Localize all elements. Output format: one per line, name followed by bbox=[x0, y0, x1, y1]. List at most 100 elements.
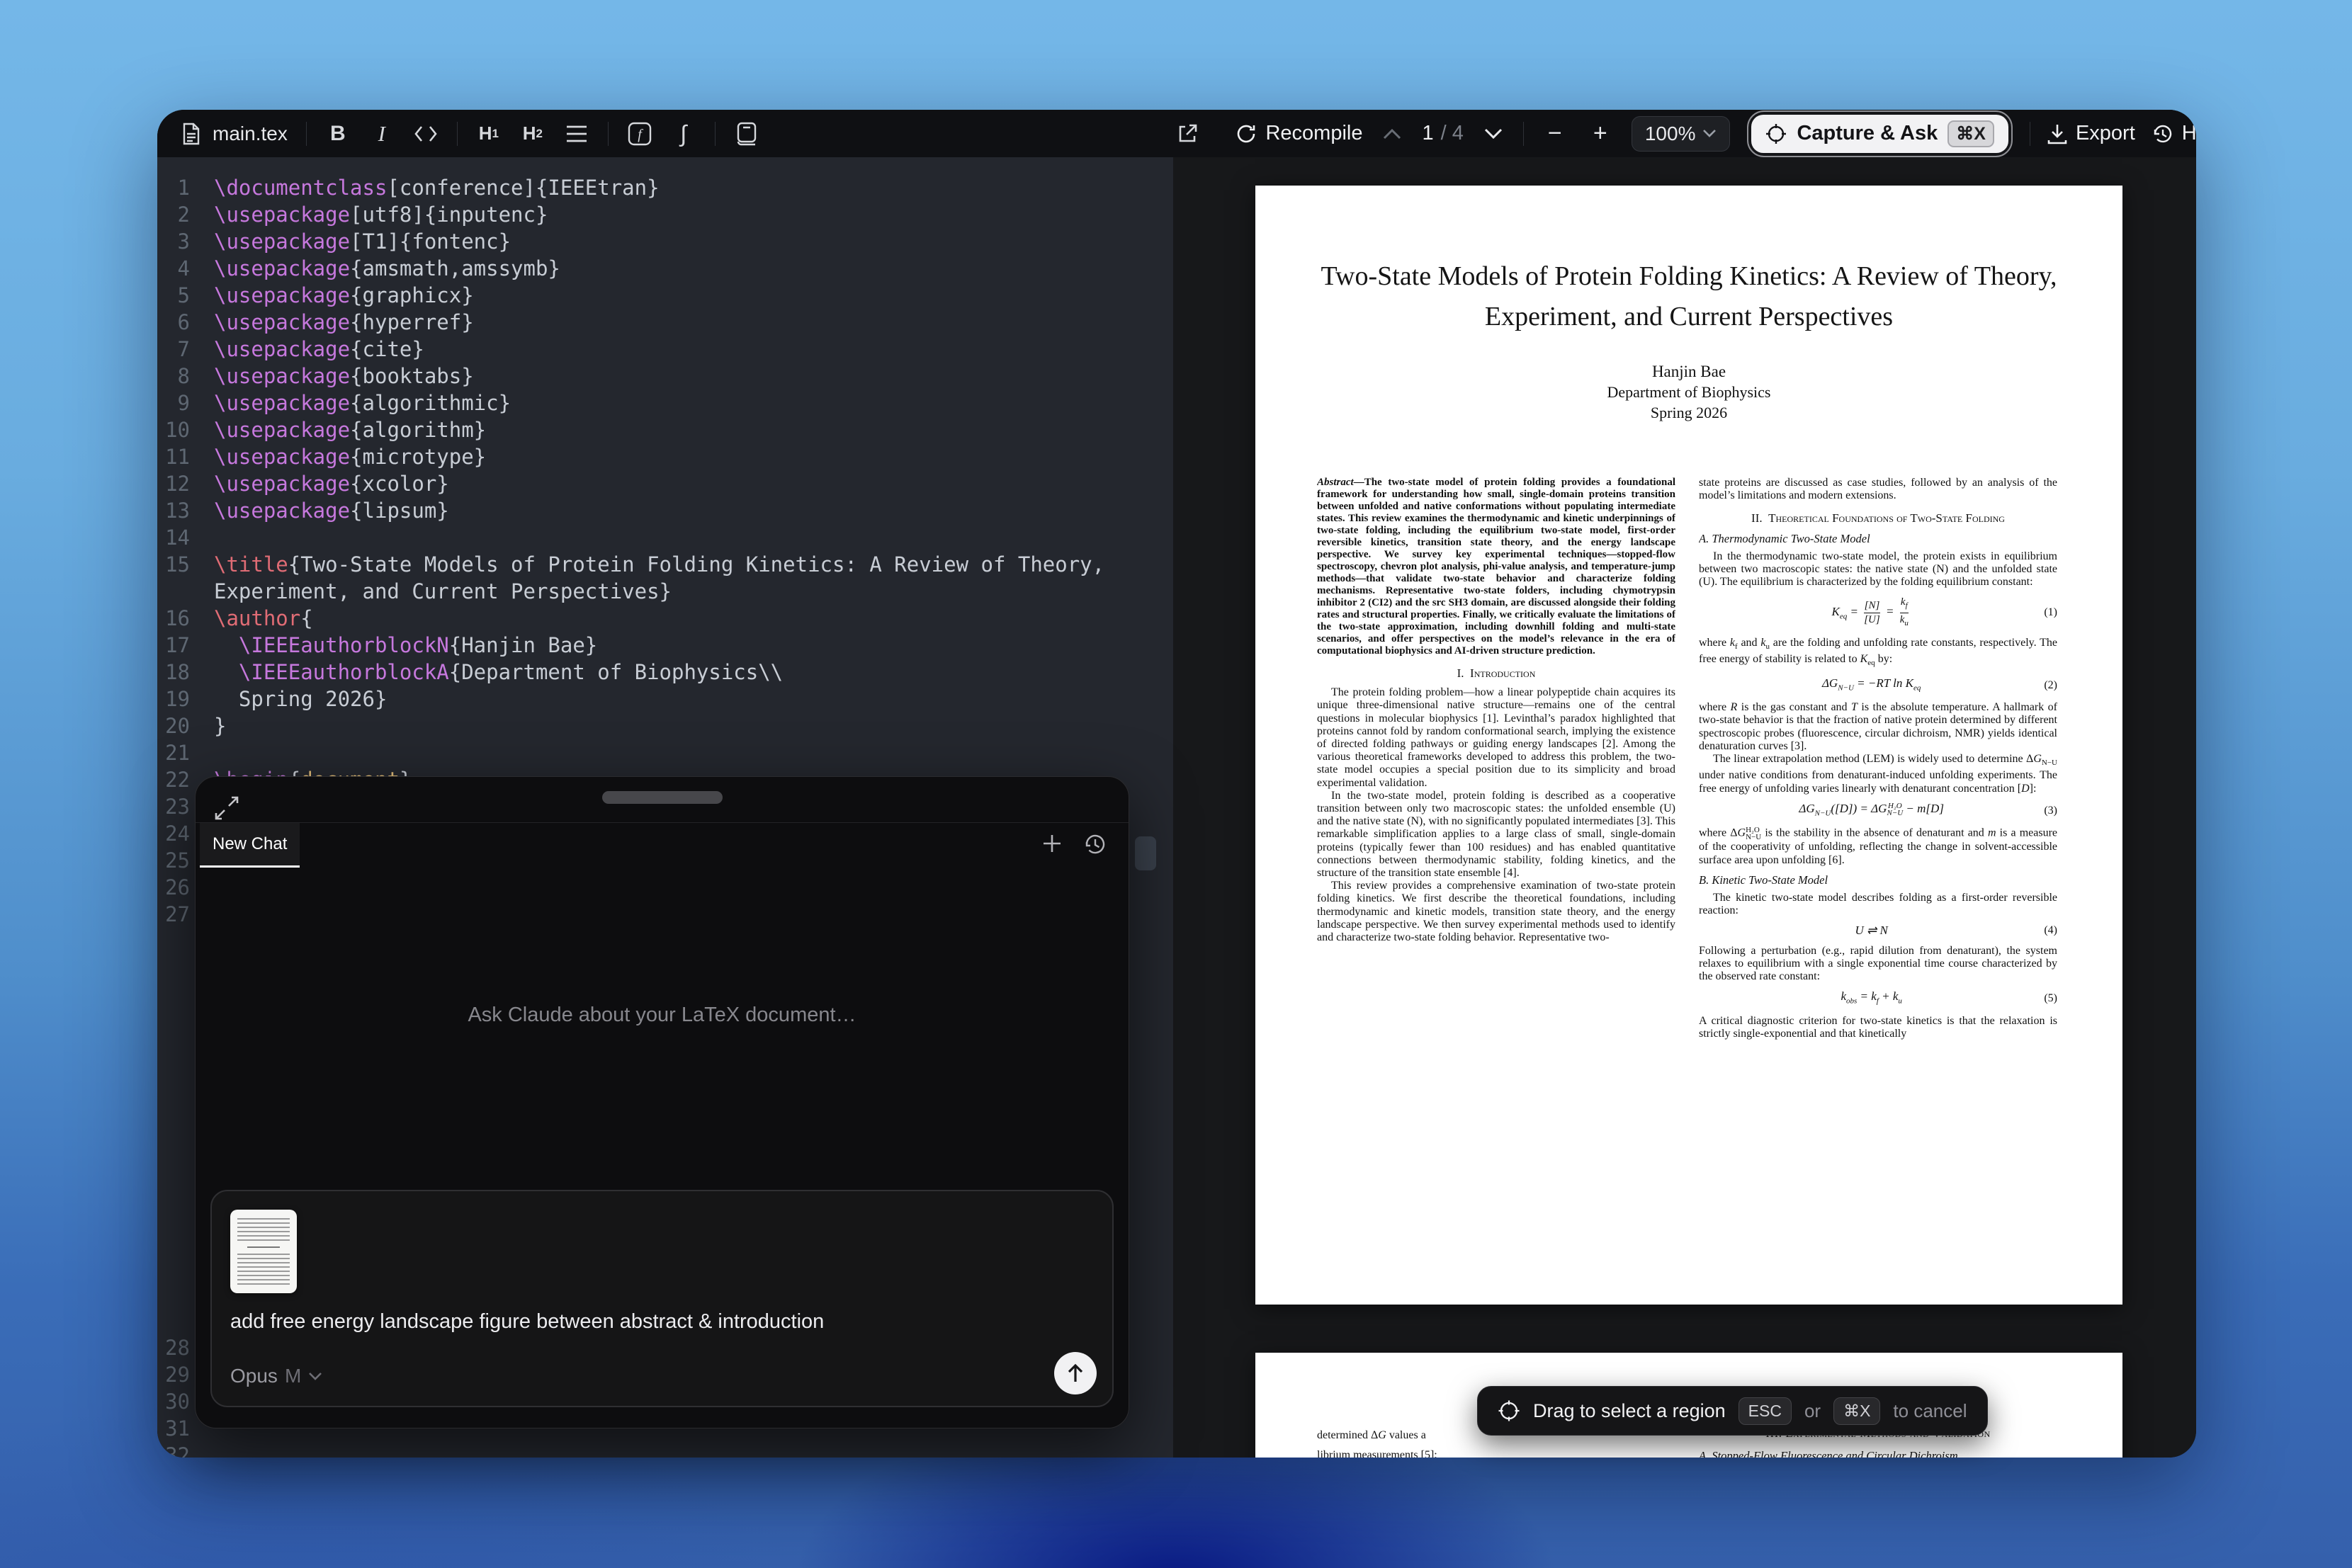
code-line[interactable]: 11\usepackage{microtype} bbox=[157, 443, 1173, 470]
body-paragraph: The kinetic two-state model describes fo… bbox=[1699, 892, 2057, 917]
code-line[interactable]: 21 bbox=[157, 739, 1173, 766]
subsection-heading: B. Kinetic Two-State Model bbox=[1699, 874, 2057, 887]
editor-scrollbar[interactable] bbox=[1135, 836, 1156, 870]
page-total: / 4 bbox=[1441, 122, 1464, 145]
equation: kobs = kf + ku (5) bbox=[1699, 990, 2057, 1008]
line-number: 14 bbox=[157, 524, 190, 551]
page-down-icon[interactable] bbox=[1481, 120, 1506, 148]
line-number: 6 bbox=[157, 309, 190, 336]
captured-region-thumbnail[interactable] bbox=[230, 1210, 297, 1293]
capture-toast: Drag to select a region ESC or ⌘X to can… bbox=[1477, 1386, 1988, 1436]
chat-history-icon[interactable] bbox=[1083, 832, 1107, 860]
code-line[interactable]: 7\usepackage{cite} bbox=[157, 336, 1173, 363]
drag-handle[interactable] bbox=[602, 791, 723, 804]
code-line[interactable]: Experiment, and Current Perspectives} bbox=[157, 578, 1173, 605]
line-number: 10 bbox=[157, 416, 190, 443]
file-name: main.tex bbox=[213, 123, 288, 145]
equation: ΔGN−U([D]) = ΔGH₂ON−U − m[D] (3) bbox=[1699, 802, 2057, 820]
code-line[interactable]: 4\usepackage{amsmath,amssymb} bbox=[157, 255, 1173, 282]
file-tab[interactable]: main.tex bbox=[179, 120, 288, 148]
chevron-down-icon bbox=[308, 1372, 322, 1381]
zoom-in-button[interactable]: + bbox=[1586, 120, 1615, 147]
new-chat-button[interactable] bbox=[1041, 832, 1063, 858]
list-button[interactable] bbox=[564, 120, 589, 148]
line-number: 11 bbox=[157, 443, 190, 470]
code-button[interactable] bbox=[413, 120, 439, 148]
toolbar-separator bbox=[715, 122, 716, 146]
model-name: Opus bbox=[230, 1365, 278, 1387]
body-paragraph: Following a perturbation (e.g., rapid di… bbox=[1699, 945, 2057, 984]
code-line[interactable]: 19 Spring 2026} bbox=[157, 686, 1173, 712]
toast-text: Drag to select a region bbox=[1533, 1400, 1726, 1422]
line-number: 23 bbox=[157, 793, 190, 820]
code-line[interactable]: 8\usepackage{booktabs} bbox=[157, 363, 1173, 390]
code-line[interactable]: 3\usepackage[T1]{fontenc} bbox=[157, 228, 1173, 255]
chat-input[interactable]: add free energy landscape figure between… bbox=[210, 1190, 1114, 1407]
line-numbers: 2829303132 bbox=[157, 1334, 190, 1458]
abstract: Abstract—The two-state model of protein … bbox=[1317, 477, 1675, 657]
send-button[interactable] bbox=[1054, 1352, 1097, 1394]
code-line[interactable]: 2\usepackage[utf8]{inputenc} bbox=[157, 201, 1173, 228]
paper-date: Spring 2026 bbox=[1255, 402, 2122, 423]
line-number: 2 bbox=[157, 201, 190, 228]
code-line[interactable]: 9\usepackage{algorithmic} bbox=[157, 390, 1173, 416]
body-paragraph: state proteins are discussed as case stu… bbox=[1699, 477, 2057, 502]
line-number bbox=[157, 578, 190, 605]
line-number: 12 bbox=[157, 470, 190, 497]
claude-chat-panel: New Chat Ask Claude about your LaTeX doc… bbox=[195, 776, 1129, 1428]
page-indicator: 1 / 4 bbox=[1422, 122, 1463, 145]
capture-ask-button[interactable]: Capture & Ask ⌘X bbox=[1751, 115, 2008, 153]
body-paragraph: where R is the gas constant and T is the… bbox=[1699, 701, 2057, 753]
line-number: 15 bbox=[157, 551, 190, 578]
esc-key-badge: ESC bbox=[1738, 1397, 1792, 1425]
line-number: 1 bbox=[157, 174, 190, 201]
tab-new-chat[interactable]: New Chat bbox=[200, 822, 300, 868]
chat-tab-label: New Chat bbox=[213, 834, 287, 854]
toolbar-separator bbox=[306, 122, 307, 146]
code-line[interactable]: 1\documentclass[conference]{IEEEtran} bbox=[157, 174, 1173, 201]
italic-button[interactable]: I bbox=[369, 120, 395, 148]
page-up-icon[interactable] bbox=[1379, 120, 1405, 148]
pdf-page-1: Two-State Models of Protein Folding Kine… bbox=[1255, 186, 2122, 1305]
code-line[interactable]: 5\usepackage{graphicx} bbox=[157, 282, 1173, 309]
model-selector[interactable]: Opus M bbox=[230, 1365, 322, 1387]
function-button[interactable]: f bbox=[627, 120, 652, 148]
heading2-button[interactable]: H2 bbox=[520, 120, 545, 148]
page2-text: librium measurements [5]: bbox=[1317, 1449, 1675, 1458]
chat-message-text[interactable]: add free energy landscape figure between… bbox=[230, 1310, 824, 1334]
zoom-level-select[interactable]: 100% bbox=[1632, 116, 1731, 152]
toolbar-separator bbox=[1523, 122, 1524, 146]
line-number: 25 bbox=[157, 847, 190, 874]
code-line[interactable]: 18 \IEEEauthorblockA{Department of Bioph… bbox=[157, 659, 1173, 686]
document-icon bbox=[179, 120, 204, 148]
paper-authors: Hanjin Bae Department of Biophysics Spri… bbox=[1255, 361, 2122, 423]
zoom-out-button[interactable]: − bbox=[1541, 120, 1569, 147]
code-line[interactable]: 14 bbox=[157, 524, 1173, 551]
heading1-button[interactable]: H1 bbox=[476, 120, 502, 148]
book-button[interactable] bbox=[734, 120, 759, 148]
code-line[interactable]: 17 \IEEEauthorblockN{Hanjin Bae} bbox=[157, 632, 1173, 659]
code-line[interactable]: 16\author{ bbox=[157, 605, 1173, 632]
toolbar-separator bbox=[608, 122, 609, 146]
integral-button[interactable]: ∫ bbox=[671, 120, 696, 148]
pdf-preview-pane[interactable]: Two-State Models of Protein Folding Kine… bbox=[1173, 157, 2196, 1458]
zoom-level: 100% bbox=[1645, 123, 1696, 145]
open-external-icon[interactable] bbox=[1175, 120, 1200, 148]
body-paragraph: where ΔGH₂ON−U is the stability in the a… bbox=[1699, 826, 2057, 866]
recompile-button[interactable]: Recompile bbox=[1236, 122, 1362, 145]
code-line[interactable]: 6\usepackage{hyperref} bbox=[157, 309, 1173, 336]
code-line[interactable]: 10\usepackage{algorithm} bbox=[157, 416, 1173, 443]
body-paragraph: In the two-state model, protein folding … bbox=[1317, 790, 1675, 880]
code-line[interactable]: 20} bbox=[157, 712, 1173, 739]
code-line[interactable]: 15\title{Two-State Models of Protein Fol… bbox=[157, 551, 1173, 578]
bold-button[interactable]: B bbox=[325, 120, 351, 148]
chat-placeholder: Ask Claude about your LaTeX document… bbox=[196, 1004, 1129, 1027]
code-line[interactable]: 12\usepackage{xcolor} bbox=[157, 470, 1173, 497]
export-button[interactable]: Export bbox=[2047, 122, 2135, 145]
code-line[interactable]: 13\usepackage{lipsum} bbox=[157, 497, 1173, 524]
expand-icon[interactable] bbox=[214, 795, 239, 824]
line-number: 22 bbox=[157, 766, 190, 793]
history-button[interactable]: History bbox=[2152, 122, 2196, 145]
line-number: 24 bbox=[157, 820, 190, 847]
cmdx-key-badge: ⌘X bbox=[1833, 1397, 1880, 1425]
